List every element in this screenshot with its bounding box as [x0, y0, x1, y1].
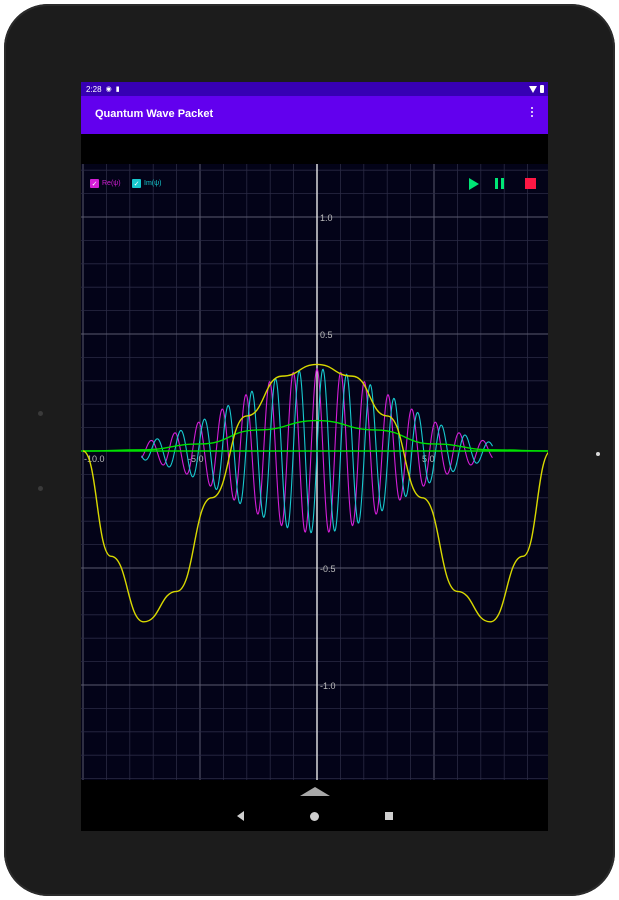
- pause-button[interactable]: [495, 178, 507, 190]
- legend-imag-label: Im(ψ): [144, 180, 162, 187]
- front-camera-dot: [596, 452, 600, 456]
- play-icon: [469, 178, 479, 190]
- app-title: Quantum Wave Packet: [95, 108, 214, 120]
- app-bar: Quantum Wave Packet: [81, 96, 548, 134]
- navigation-bar: [81, 801, 548, 831]
- legend-real[interactable]: ✓ Re(ψ): [90, 179, 121, 188]
- stop-icon: [525, 178, 536, 189]
- wifi-icon: [529, 85, 537, 93]
- y-tick-label: -0.5: [320, 564, 336, 574]
- wave-chart: -10.0 -5.0 5.01.00.5-0.5-1.0: [81, 164, 548, 780]
- legend-imag[interactable]: ✓ Im(ψ): [132, 179, 161, 188]
- battery-icon: [540, 85, 544, 93]
- y-tick-label: -1.0: [320, 681, 336, 691]
- legend-real-label: Re(ψ): [102, 180, 121, 187]
- recents-icon[interactable]: [385, 812, 393, 820]
- home-icon[interactable]: [310, 812, 319, 821]
- y-tick-label: 1.0: [320, 213, 333, 223]
- drawer-handle-icon[interactable]: [300, 787, 330, 796]
- checkbox-imag[interactable]: ✓: [132, 179, 141, 188]
- sd-card-icon: ▮: [115, 86, 120, 93]
- notification-icon: ◉: [105, 86, 112, 93]
- tablet-frame: 2:28 ◉ ▮ Quantum Wave Packet -10.0 -5.0 5.…: [4, 4, 615, 896]
- stop-button[interactable]: [525, 178, 537, 190]
- overflow-menu-icon[interactable]: [530, 106, 534, 120]
- status-bar: 2:28 ◉ ▮: [81, 82, 548, 96]
- wave-plot[interactable]: -10.0 -5.0 5.0 1.0 0.5 -0.5 -1.0 ✓ Re(ψ) ✓ Im(…: [81, 164, 548, 780]
- status-indicators: [529, 82, 544, 96]
- device-screen: 2:28 ◉ ▮ Quantum Wave Packet -10.0 -5.0 5.…: [81, 82, 548, 831]
- pause-icon: [495, 178, 507, 189]
- side-camera-dot: [38, 411, 43, 416]
- back-icon[interactable]: [237, 811, 244, 821]
- checkbox-real[interactable]: ✓: [90, 179, 99, 188]
- play-button[interactable]: [469, 178, 481, 190]
- y-tick-label: 0.5: [320, 330, 333, 340]
- side-sensor-dot: [38, 486, 43, 491]
- status-time: 2:28: [86, 84, 102, 94]
